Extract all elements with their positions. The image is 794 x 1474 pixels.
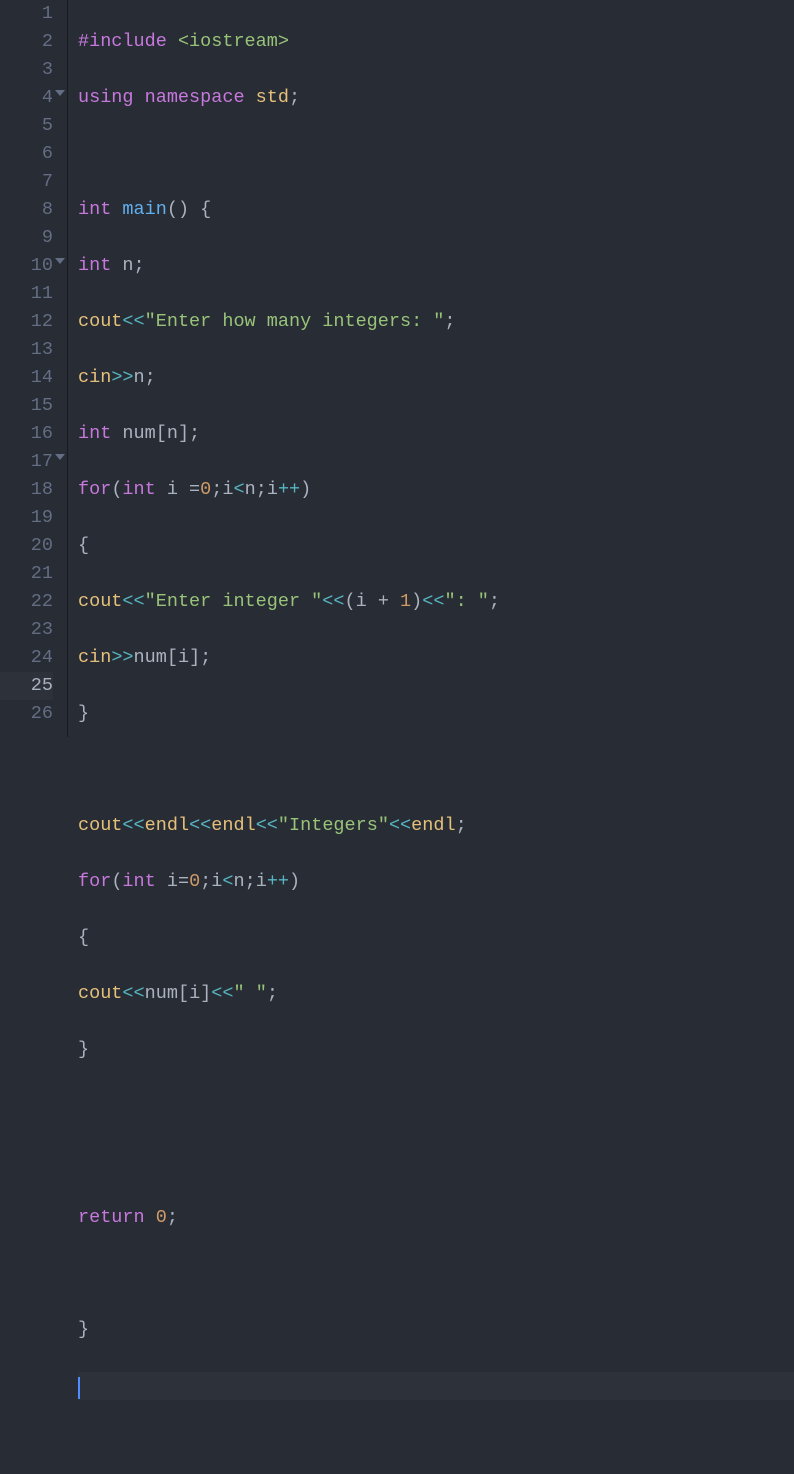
code-line[interactable] xyxy=(78,140,794,168)
line-number: 20 xyxy=(0,532,53,560)
line-number: 5 xyxy=(0,112,53,140)
code-line[interactable]: } xyxy=(78,700,794,728)
code-line[interactable] xyxy=(78,1092,794,1120)
line-number: 8 xyxy=(0,196,53,224)
line-number: 3 xyxy=(0,56,53,84)
code-line-active[interactable] xyxy=(78,1372,794,1400)
line-number: 12 xyxy=(0,308,53,336)
code-line[interactable]: #include <iostream> xyxy=(78,28,794,56)
code-line[interactable]: cout<<endl<<endl<<"Integers"<<endl; xyxy=(78,812,794,840)
code-line[interactable]: } xyxy=(78,1316,794,1344)
code-line[interactable]: cout<<"Enter integer "<<(i + 1)<<": "; xyxy=(78,588,794,616)
string-literal: "Enter how many integers: " xyxy=(145,311,445,332)
code-line[interactable]: for(int i =0;i<n;i++) xyxy=(78,476,794,504)
line-number: 9 xyxy=(0,224,53,252)
code-editor-area[interactable]: #include <iostream> using namespace std;… xyxy=(68,0,794,737)
line-number: 19 xyxy=(0,504,53,532)
code-line[interactable] xyxy=(78,1428,794,1456)
line-number: 2 xyxy=(0,28,53,56)
code-line[interactable]: { xyxy=(78,532,794,560)
code-line[interactable] xyxy=(78,1260,794,1288)
line-number: 10 xyxy=(0,252,53,280)
fold-toggle-icon[interactable] xyxy=(55,454,65,460)
line-number: 18 xyxy=(0,476,53,504)
code-line[interactable] xyxy=(78,756,794,784)
line-number: 1 xyxy=(0,0,53,28)
line-number: 11 xyxy=(0,280,53,308)
line-number: 7 xyxy=(0,168,53,196)
code-line[interactable]: } xyxy=(78,1036,794,1064)
line-number: 16 xyxy=(0,420,53,448)
code-line[interactable] xyxy=(78,1148,794,1176)
line-number: 17 xyxy=(0,448,53,476)
fold-toggle-icon[interactable] xyxy=(55,258,65,264)
code-line[interactable]: int num[n]; xyxy=(78,420,794,448)
code-line[interactable]: cin>>n; xyxy=(78,364,794,392)
code-line[interactable]: for(int i=0;i<n;i++) xyxy=(78,868,794,896)
function-name: main xyxy=(122,199,166,220)
text-cursor xyxy=(78,1377,80,1399)
include-path: <iostream> xyxy=(178,31,289,52)
code-line[interactable]: cout<<num[i]<<" "; xyxy=(78,980,794,1008)
line-number: 13 xyxy=(0,336,53,364)
code-line[interactable]: cin>>num[i]; xyxy=(78,644,794,672)
line-number: 26 xyxy=(0,700,53,728)
line-number: 22 xyxy=(0,588,53,616)
code-line[interactable]: int n; xyxy=(78,252,794,280)
line-number: 14 xyxy=(0,364,53,392)
line-number: 4 xyxy=(0,84,53,112)
code-line[interactable]: { xyxy=(78,924,794,952)
code-line[interactable]: using namespace std; xyxy=(78,84,794,112)
line-number-gutter: 1234567891011121314151617181920212223242… xyxy=(0,0,68,737)
line-number: 15 xyxy=(0,392,53,420)
line-number: 6 xyxy=(0,140,53,168)
code-line[interactable]: int main() { xyxy=(78,196,794,224)
line-number: 23 xyxy=(0,616,53,644)
code-line[interactable]: return 0; xyxy=(78,1204,794,1232)
line-number: 24 xyxy=(0,644,53,672)
code-line[interactable]: cout<<"Enter how many integers: "; xyxy=(78,308,794,336)
fold-toggle-icon[interactable] xyxy=(55,90,65,96)
preprocessor: #include xyxy=(78,31,167,52)
line-number: 21 xyxy=(0,560,53,588)
line-number: 25 xyxy=(0,672,53,700)
